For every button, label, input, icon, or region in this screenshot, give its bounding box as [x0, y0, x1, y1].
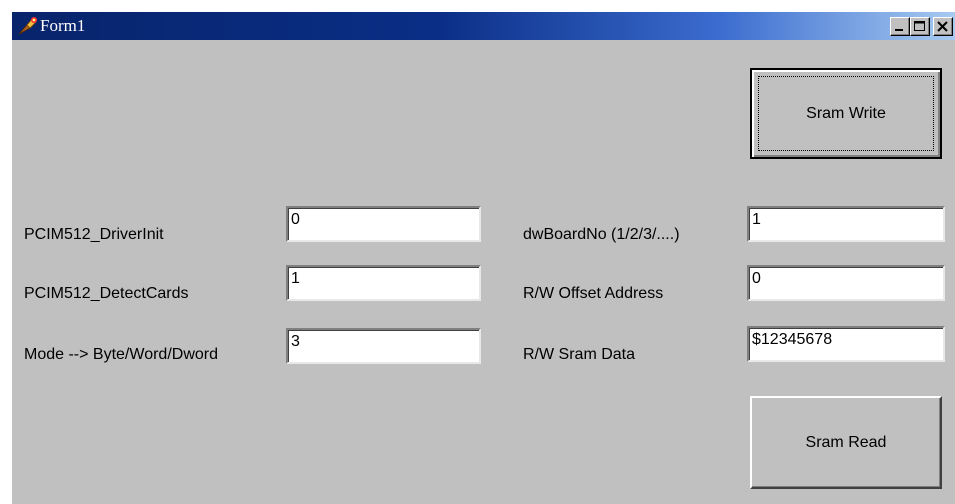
minimize-icon	[895, 29, 903, 31]
sram-data-label: R/W Sram Data	[523, 346, 636, 363]
close-button[interactable]	[933, 17, 953, 36]
board-no-label: dwBoardNo (1/2/3/....)	[523, 226, 680, 243]
offset-address-label: R/W Offset Address	[523, 285, 664, 302]
maximize-button[interactable]	[910, 17, 930, 36]
board-no-field[interactable]: 1	[747, 206, 945, 242]
maximize-icon	[914, 21, 925, 31]
detect-cards-label: PCIM512_DetectCards	[24, 285, 189, 302]
sram-read-label: Sram Read	[805, 433, 887, 451]
form1-window: Form1 Sram Write PCIM512_DriverInit 0 PC…	[10, 10, 955, 504]
minimize-button[interactable]	[890, 17, 910, 36]
title-bar[interactable]: Form1	[12, 12, 955, 40]
driver-init-field[interactable]: 0	[286, 206, 481, 242]
sram-read-button[interactable]: Sram Read	[750, 396, 942, 489]
offset-address-field[interactable]: 0	[747, 265, 945, 301]
detect-cards-field[interactable]: 1	[286, 265, 481, 301]
sram-write-button[interactable]: Sram Write	[750, 68, 942, 159]
app-icon	[18, 17, 37, 35]
sram-data-field[interactable]: $12345678	[747, 326, 945, 362]
window-title: Form1	[40, 16, 86, 35]
mode-label: Mode --> Byte/Word/Dword	[24, 346, 218, 363]
sram-write-label: Sram Write	[806, 104, 886, 122]
driver-init-label: PCIM512_DriverInit	[24, 226, 164, 243]
mode-field[interactable]: 3	[286, 328, 481, 364]
close-icon	[937, 21, 948, 32]
